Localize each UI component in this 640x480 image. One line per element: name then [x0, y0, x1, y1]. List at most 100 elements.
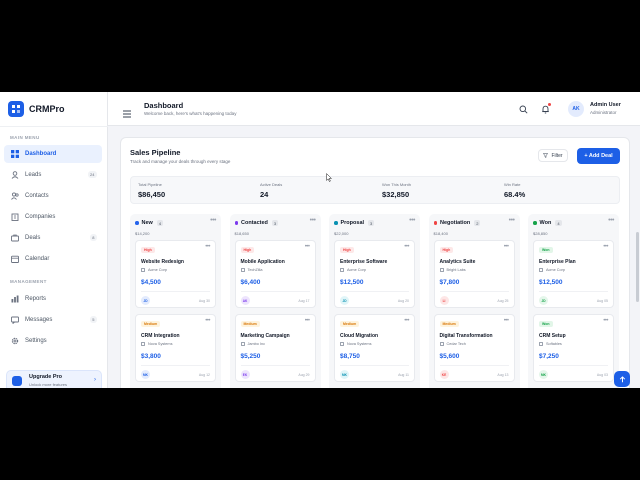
page-title: Dashboard [144, 101, 184, 110]
user-name: Admin User [590, 102, 621, 108]
priority-badge: High [439, 247, 454, 253]
stat-value: $32,850 [382, 190, 410, 199]
sidebar-item-companies[interactable]: Companies [4, 208, 102, 226]
deal-company: Softables [539, 342, 562, 346]
deal-title: Cloud Migration [340, 333, 379, 339]
deal-title: Website Redesign [141, 259, 184, 265]
sidebar-item-messages[interactable]: Messages 5 [4, 311, 102, 329]
notifications-button[interactable] [539, 103, 551, 115]
search-icon [519, 105, 528, 114]
more-options-icon[interactable]: ••• [409, 217, 415, 224]
leads-icon [10, 171, 19, 180]
more-options-icon[interactable]: ••• [310, 217, 316, 224]
divider [439, 291, 509, 292]
user-role: Administrator [590, 110, 617, 115]
stage-dot [533, 221, 537, 225]
deal-card[interactable]: High ••• Mobile Application TechZilla $6,400… [234, 240, 316, 308]
deal-amount: $8,750 [340, 353, 360, 360]
upgrade-pro-card[interactable]: Upgrade Pro Unlock more features › [6, 370, 102, 388]
building-icon [340, 342, 344, 346]
more-options-icon[interactable]: ••• [603, 244, 608, 250]
gear-icon [10, 337, 19, 346]
sidebar-item-contacts[interactable]: Contacts [4, 187, 102, 205]
more-options-icon[interactable]: ••• [305, 318, 310, 324]
more-options-icon[interactable]: ••• [210, 217, 216, 224]
priority-badge: High [240, 247, 255, 253]
deal-card[interactable]: High ••• Enterprise Software Acme Corp $12,5… [334, 240, 415, 308]
count-badge: 8 [89, 234, 97, 241]
avatar: JD [141, 296, 150, 305]
add-deal-button[interactable]: + Add Deal [577, 148, 620, 164]
building-icon [539, 342, 543, 346]
more-options-icon[interactable]: ••• [504, 318, 509, 324]
sidebar-item-settings[interactable]: Settings [4, 332, 102, 350]
stage-dot [433, 221, 437, 225]
sidebar-item-calendar[interactable]: Calendar [4, 250, 102, 268]
deal-date: Aug 30 [198, 299, 210, 303]
hamburger-icon [123, 110, 131, 118]
deal-date: Aug 25 [497, 299, 509, 303]
deal-date: Aug 13 [497, 373, 509, 377]
panel-subtitle: Track and manage your deals through ever… [130, 159, 231, 164]
scrollbar[interactable] [636, 232, 639, 302]
deal-card[interactable]: High ••• Website Redesign Acme Corp $4,500 JD… [135, 240, 216, 308]
column-count: 3 [368, 220, 375, 226]
scroll-to-top-button[interactable] [614, 371, 630, 387]
deal-card[interactable]: Medium ••• Digital Transformation Cedar Tec… [433, 314, 515, 382]
upgrade-subtitle: Unlock more features [29, 382, 68, 387]
sidebar-item-label: Calendar [25, 256, 50, 262]
sidebar-item-label: Dashboard [25, 151, 57, 157]
divider [539, 365, 608, 366]
sidebar-item-label: Deals [25, 235, 41, 241]
search-button[interactable] [517, 103, 529, 115]
crm-app: CRMPro MAIN MENU Dashboard Leads 24 Cont… [0, 92, 640, 388]
sidebar-item-reports[interactable]: Reports [4, 290, 102, 308]
deal-date: Aug 20 [397, 299, 409, 303]
deal-card[interactable]: Medium ••• CRM Integration Nova Systems $3,8… [135, 314, 216, 382]
arrow-up-icon [619, 375, 625, 382]
more-options-icon[interactable]: ••• [404, 318, 409, 324]
deal-card[interactable]: Medium ••• Marketing Campaign Jambo Inc $5,2… [234, 314, 316, 382]
deal-card[interactable]: Medium ••• Cloud Migration Nova Systems $8,7… [334, 314, 415, 382]
more-options-icon[interactable]: ••• [608, 217, 614, 224]
more-options-icon[interactable]: ••• [404, 244, 409, 250]
avatar: LI [439, 296, 449, 305]
column-name: Negotiation [440, 220, 471, 226]
page-subtitle: Welcome back, here's what's happening to… [144, 111, 237, 116]
more-options-icon[interactable]: ••• [509, 217, 515, 224]
dashboard-icon [10, 150, 19, 159]
deal-card[interactable]: Won ••• Enterprise Plan Acme Corp $12,500 JD A… [533, 240, 614, 308]
more-options-icon[interactable]: ••• [305, 244, 310, 250]
avatar[interactable]: AK [568, 101, 584, 117]
deal-card[interactable]: Won ••• CRM Setup Softables $7,250 MK Aug 03 [533, 314, 614, 382]
sidebar-item-label: Messages [25, 317, 53, 323]
deal-title: CRM Setup [539, 333, 566, 339]
deal-company: Acme Corp [141, 268, 167, 272]
building-icon [439, 268, 444, 272]
more-options-icon[interactable]: ••• [603, 318, 608, 324]
building-icon [141, 342, 145, 346]
menu-toggle-button[interactable] [122, 105, 132, 118]
more-options-icon[interactable]: ••• [205, 244, 210, 250]
filter-button[interactable]: Filter [538, 149, 568, 162]
more-options-icon[interactable]: ••• [504, 244, 509, 250]
brand[interactable]: CRMPro [8, 101, 65, 117]
deal-title: CRM Integration [141, 333, 180, 339]
building-icon [240, 342, 245, 346]
sidebar-item-deals[interactable]: Deals 8 [4, 229, 102, 247]
column-header: Negotiation 2 [433, 220, 481, 226]
more-options-icon[interactable]: ••• [205, 318, 210, 324]
upgrade-title: Upgrade Pro [29, 374, 63, 380]
sidebar-item-leads[interactable]: Leads 24 [4, 166, 102, 184]
building-icon [340, 268, 344, 272]
deal-amount: $12,500 [340, 279, 364, 286]
top-header: Dashboard Welcome back, here's what's ha… [108, 92, 640, 126]
stat-label: Won This Month [382, 182, 411, 187]
notification-dot [548, 103, 551, 106]
sidebar: CRMPro MAIN MENU Dashboard Leads 24 Cont… [0, 92, 108, 388]
company-name: Cedar Tech [446, 342, 466, 346]
sidebar-item-dashboard[interactable]: Dashboard [4, 145, 102, 163]
deal-card[interactable]: High ••• Analytics Suite Bright Labs $7,800 L… [433, 240, 515, 308]
priority-badge: High [141, 247, 155, 253]
deal-amount: $7,250 [539, 353, 559, 360]
